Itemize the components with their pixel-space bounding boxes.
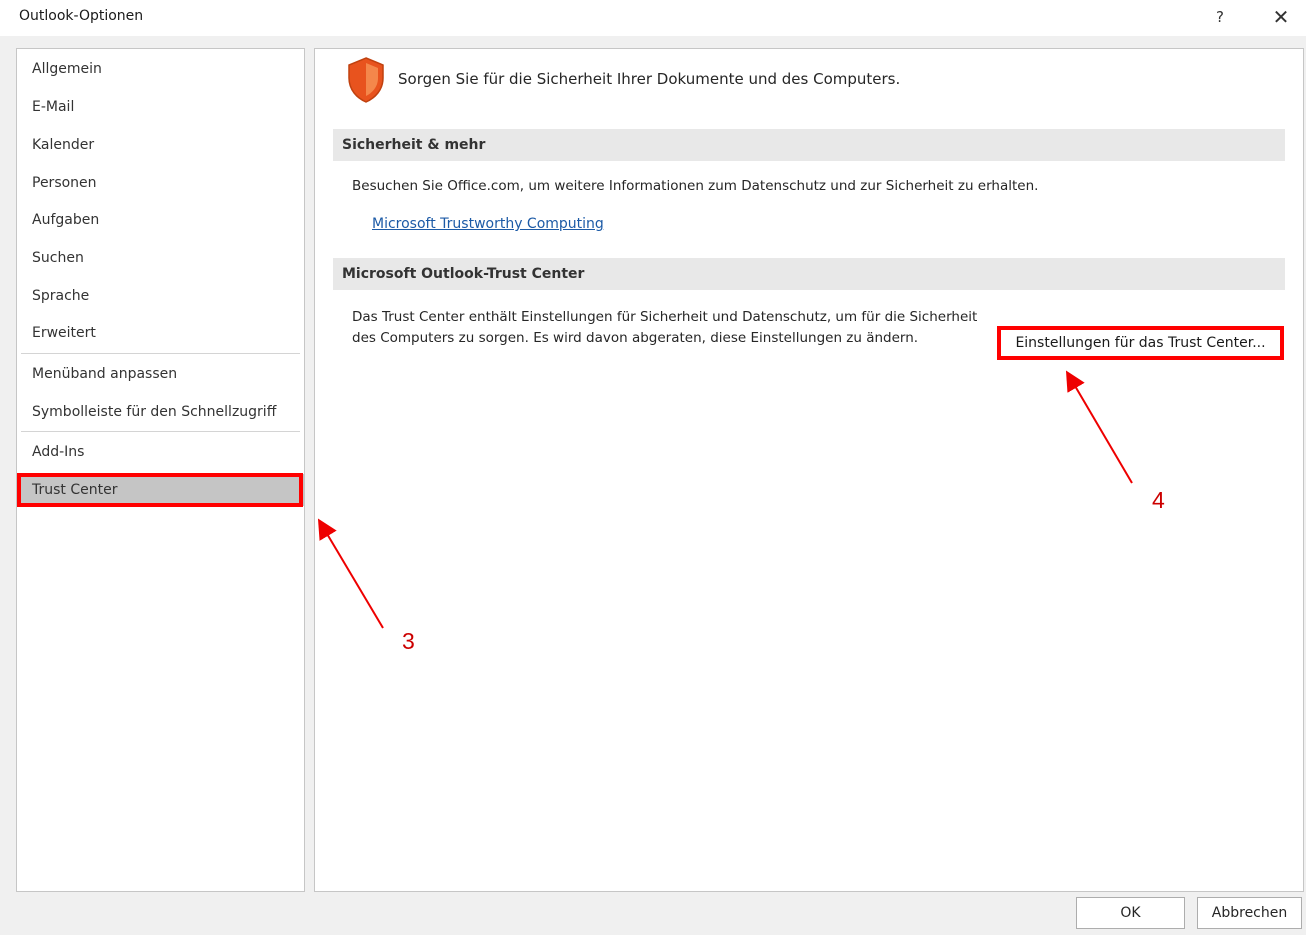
page-headline: Sorgen Sie für die Sicherheit Ihrer Doku… — [398, 70, 901, 88]
sidebar-divider — [21, 353, 300, 354]
sidebar-item-suchen[interactable]: Suchen — [17, 242, 304, 274]
section-header-trust-center: Microsoft Outlook-Trust Center — [333, 258, 1285, 290]
close-icon[interactable]: ✕ — [1268, 5, 1294, 29]
sidebar-item-kalender[interactable]: Kalender — [17, 129, 304, 161]
ok-button[interactable]: OK — [1076, 897, 1185, 929]
cancel-button[interactable]: Abbrechen — [1197, 897, 1302, 929]
annotation-step-4: 4 — [1152, 487, 1165, 513]
annotation-step-3: 3 — [402, 628, 415, 654]
title-bar: Outlook-Optionen ? ✕ — [0, 0, 1306, 36]
sidebar-item-aufgaben[interactable]: Aufgaben — [17, 204, 304, 236]
sidebar-item-allgemein[interactable]: Allgemein — [17, 53, 304, 85]
shield-icon — [348, 57, 384, 103]
sidebar-divider — [21, 431, 300, 432]
trust-center-description: Das Trust Center enthält Einstellungen f… — [352, 309, 978, 346]
section-header-security: Sicherheit & mehr — [333, 129, 1285, 161]
sidebar-item-addins[interactable]: Add-Ins — [17, 436, 304, 468]
window-title: Outlook-Optionen — [19, 8, 144, 24]
sidebar-item-menueband[interactable]: Menüband anpassen — [17, 358, 304, 390]
trust-center-settings-button[interactable]: Einstellungen für das Trust Center... — [997, 326, 1284, 360]
trustworthy-computing-link[interactable]: Microsoft Trustworthy Computing — [372, 216, 604, 232]
options-sidebar: Allgemein E-Mail Kalender Personen Aufga… — [16, 48, 305, 892]
sidebar-item-trust-center[interactable]: Trust Center — [17, 474, 304, 506]
sidebar-item-email[interactable]: E-Mail — [17, 91, 304, 123]
help-icon[interactable]: ? — [1210, 5, 1230, 29]
sidebar-item-personen[interactable]: Personen — [17, 167, 304, 199]
sidebar-item-erweitert[interactable]: Erweitert — [17, 317, 304, 349]
security-description: Besuchen Sie Office.com, um weitere Info… — [352, 178, 1039, 194]
sidebar-item-schnellzugriff[interactable]: Symbolleiste für den Schnellzugriff — [17, 396, 304, 428]
main-panel — [314, 48, 1304, 892]
sidebar-item-sprache[interactable]: Sprache — [17, 280, 304, 312]
